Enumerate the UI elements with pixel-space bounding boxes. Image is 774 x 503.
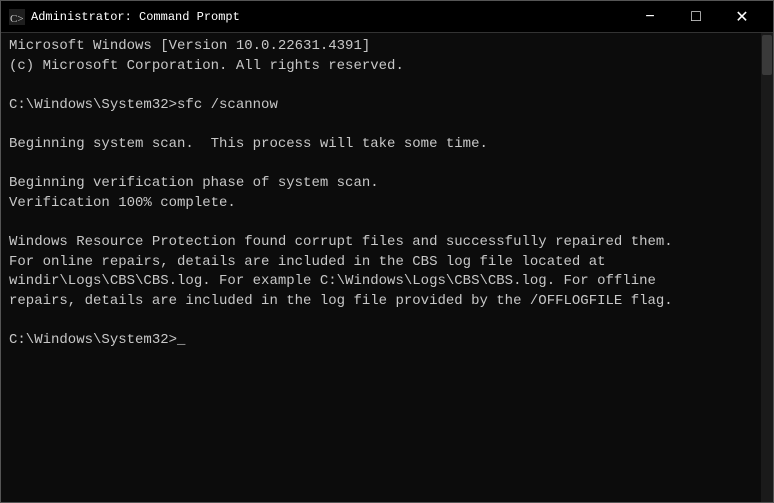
close-button[interactable]: ✕ (719, 1, 765, 33)
window-controls: − □ ✕ (627, 1, 765, 33)
title-bar: C> Administrator: Command Prompt − □ ✕ (1, 1, 773, 33)
window-title: Administrator: Command Prompt (31, 10, 627, 24)
svg-text:C>: C> (10, 13, 24, 25)
minimize-button[interactable]: − (627, 1, 673, 33)
terminal-body[interactable]: Microsoft Windows [Version 10.0.22631.43… (1, 33, 773, 502)
command-prompt-window: C> Administrator: Command Prompt − □ ✕ M… (0, 0, 774, 503)
terminal-output: Microsoft Windows [Version 10.0.22631.43… (9, 37, 765, 351)
scrollbar[interactable] (761, 33, 773, 502)
maximize-button[interactable]: □ (673, 1, 719, 33)
cmd-icon: C> (9, 9, 25, 25)
scrollbar-thumb[interactable] (762, 35, 772, 75)
